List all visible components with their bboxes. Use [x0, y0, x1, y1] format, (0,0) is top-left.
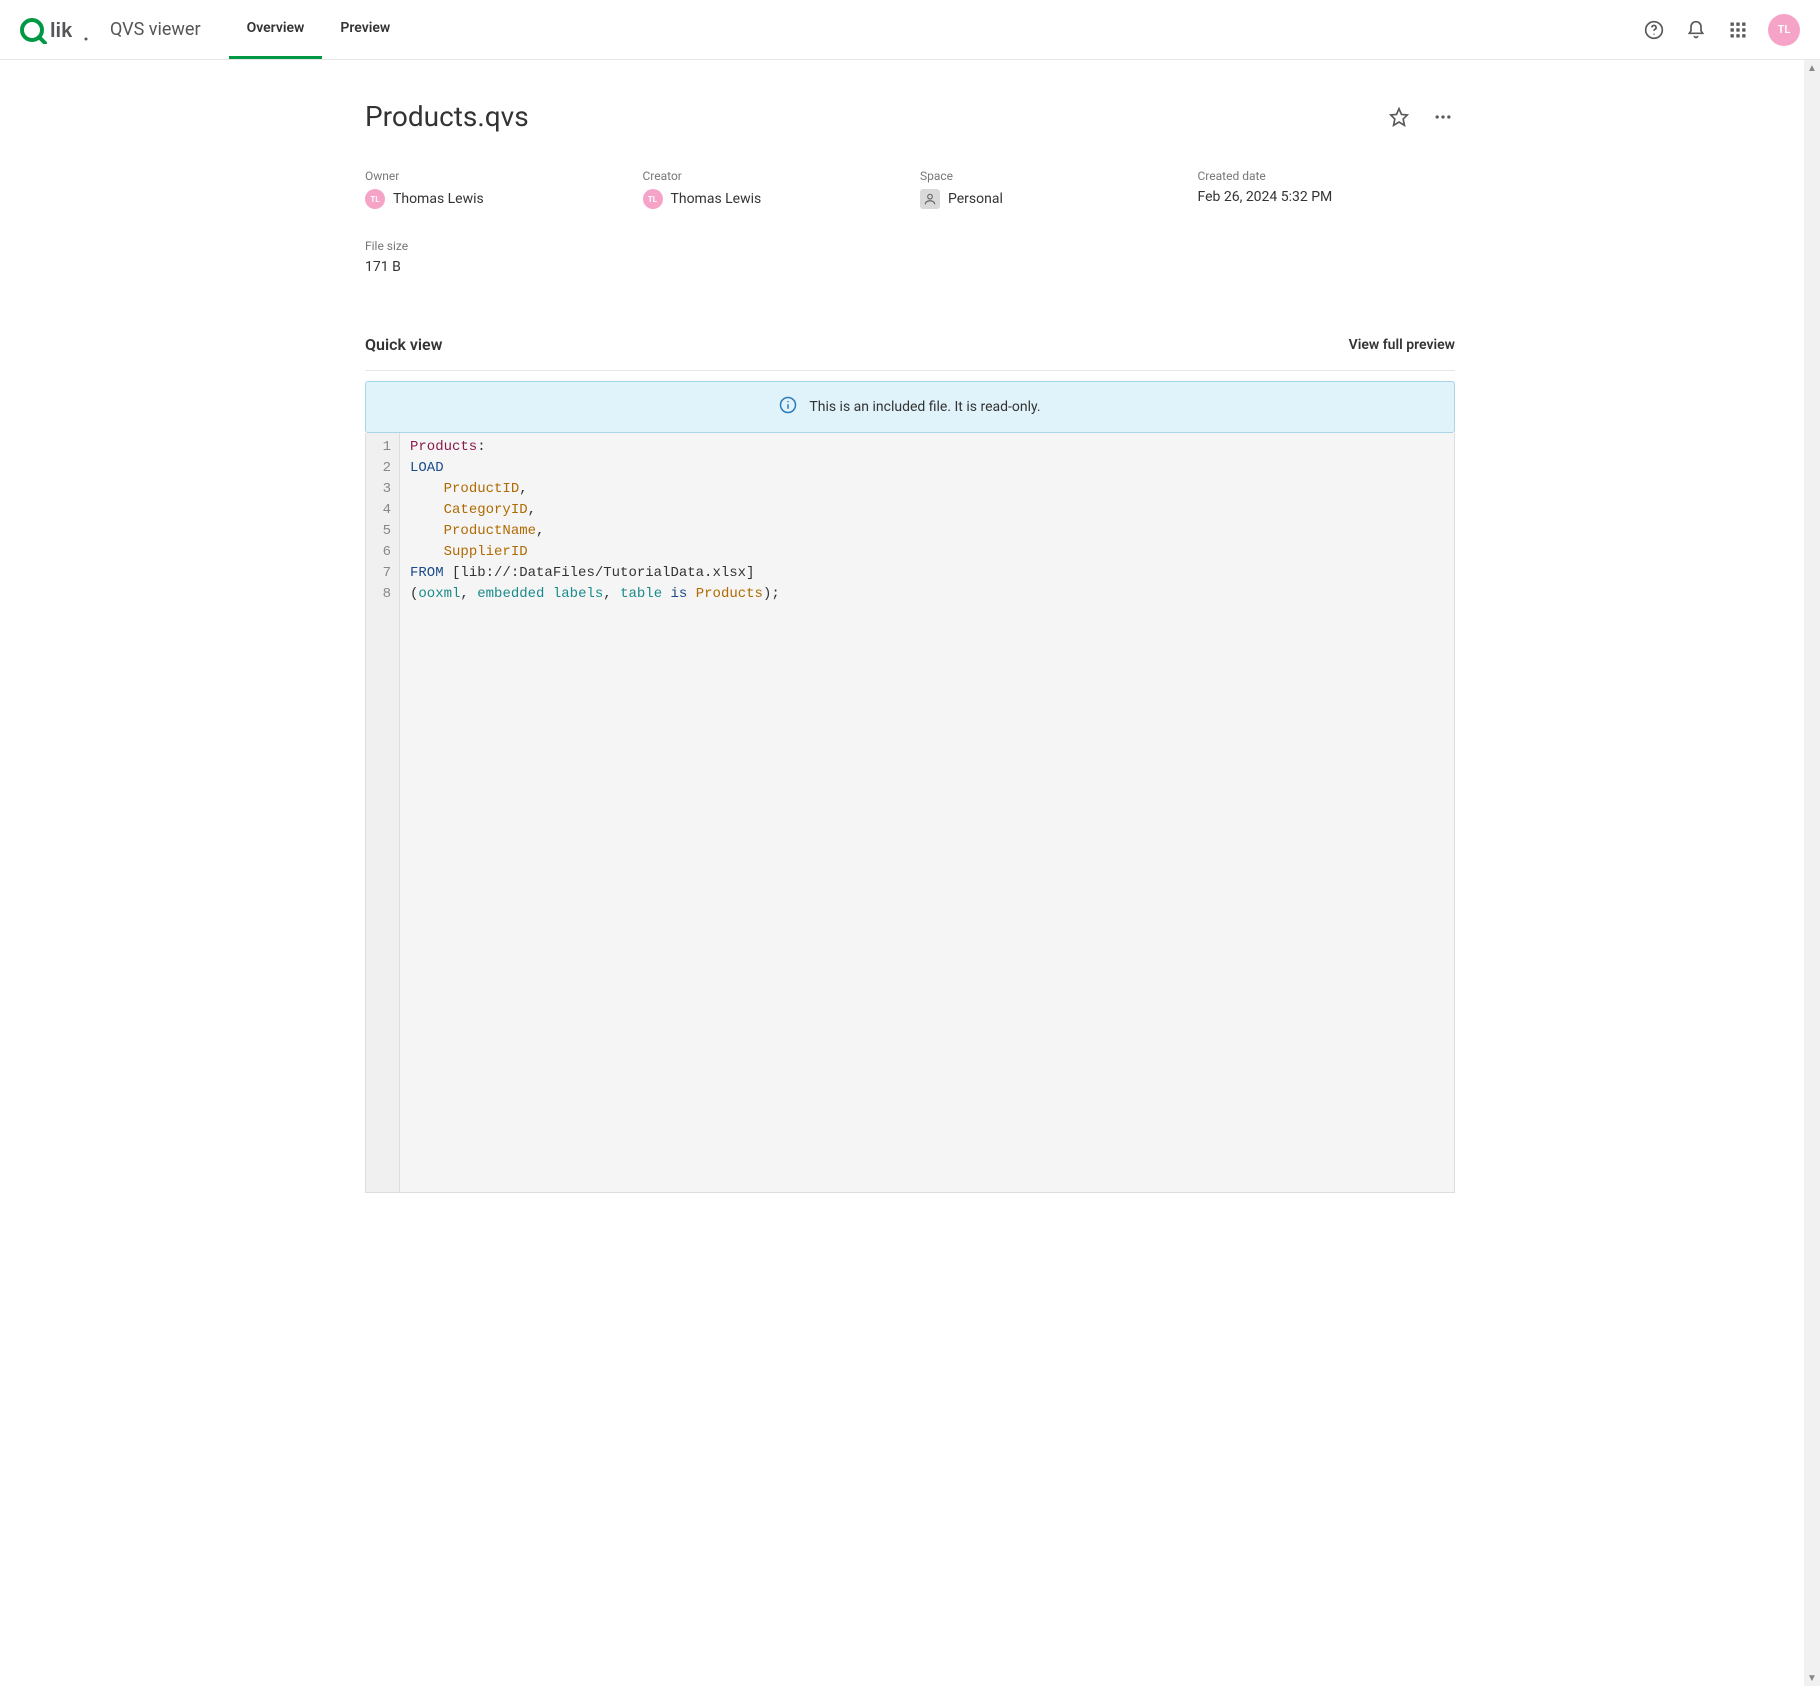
meta-size-label: File size: [365, 239, 623, 253]
scroll-up-arrow[interactable]: ▲: [1804, 60, 1820, 76]
line-number: 5: [378, 521, 391, 542]
line-number: 2: [378, 458, 391, 479]
more-icon[interactable]: [1431, 105, 1455, 129]
owner-avatar: TL: [365, 189, 385, 209]
meta-owner-label: Owner: [365, 169, 623, 183]
line-number: 6: [378, 542, 391, 563]
code-gutter: 12345678: [366, 433, 400, 1192]
star-icon[interactable]: [1387, 105, 1411, 129]
meta-size: File size 171 B: [365, 239, 623, 275]
meta-creator-value: TL Thomas Lewis: [643, 189, 901, 209]
topbar-actions: TL: [1642, 14, 1800, 46]
quickview-header: Quick view View full preview: [365, 335, 1455, 371]
code-line: SupplierID: [410, 542, 1444, 563]
vertical-scrollbar[interactable]: ▲ ▼: [1804, 60, 1820, 1686]
line-number: 1: [378, 437, 391, 458]
info-icon: [779, 396, 797, 418]
creator-name: Thomas Lewis: [671, 191, 762, 207]
bell-icon[interactable]: [1684, 18, 1708, 42]
meta-creator-label: Creator: [643, 169, 901, 183]
quickview-title: Quick view: [365, 335, 442, 354]
code-line: (ooxml, embedded labels, table is Produc…: [410, 584, 1444, 605]
meta-space: Space Personal: [920, 169, 1178, 209]
line-number: 8: [378, 584, 391, 605]
meta-created-value: Feb 26, 2024 5:32 PM: [1198, 189, 1456, 205]
view-full-preview-link[interactable]: View full preview: [1349, 337, 1455, 353]
qlik-logo[interactable]: lik: [20, 16, 90, 44]
app-launcher-icon[interactable]: [1726, 18, 1750, 42]
tab-preview[interactable]: Preview: [322, 0, 408, 59]
title-actions: [1387, 105, 1455, 129]
info-banner: This is an included file. It is read-onl…: [365, 381, 1455, 433]
code-line: ProductID,: [410, 479, 1444, 500]
meta-created-label: Created date: [1198, 169, 1456, 183]
content: Products.qvs Owner TL Thomas Lewis Creat: [335, 60, 1485, 1233]
code-line: ProductName,: [410, 521, 1444, 542]
code-viewer: 12345678 Products:LOAD ProductID, Catego…: [365, 433, 1455, 1193]
meta-grid: Owner TL Thomas Lewis Creator TL Thomas …: [365, 169, 1455, 275]
meta-size-value: 171 B: [365, 259, 623, 275]
info-banner-text: This is an included file. It is read-onl…: [809, 399, 1040, 415]
tabs: OverviewPreview: [229, 0, 409, 59]
meta-space-value: Personal: [920, 189, 1178, 209]
topbar: lik QVS viewer OverviewPreview: [0, 0, 1820, 60]
meta-space-label: Space: [920, 169, 1178, 183]
meta-creator: Creator TL Thomas Lewis: [643, 169, 901, 209]
space-name: Personal: [948, 191, 1003, 207]
line-number: 4: [378, 500, 391, 521]
meta-created: Created date Feb 26, 2024 5:32 PM: [1198, 169, 1456, 209]
meta-owner: Owner TL Thomas Lewis: [365, 169, 623, 209]
app-title: QVS viewer: [110, 19, 201, 40]
help-icon[interactable]: [1642, 18, 1666, 42]
code-body: Products:LOAD ProductID, CategoryID, Pro…: [400, 433, 1454, 1192]
scroll-down-arrow[interactable]: ▼: [1804, 1670, 1820, 1686]
code-line: FROM [lib://:DataFiles/TutorialData.xlsx…: [410, 563, 1444, 584]
tab-overview[interactable]: Overview: [229, 0, 323, 59]
code-line: Products:: [410, 437, 1444, 458]
owner-name: Thomas Lewis: [393, 191, 484, 207]
user-avatar[interactable]: TL: [1768, 14, 1800, 46]
person-icon: [920, 189, 940, 209]
svg-text:lik: lik: [50, 20, 73, 42]
page-title: Products.qvs: [365, 100, 529, 133]
line-number: 7: [378, 563, 391, 584]
code-line: CategoryID,: [410, 500, 1444, 521]
title-row: Products.qvs: [365, 100, 1455, 133]
meta-owner-value: TL Thomas Lewis: [365, 189, 623, 209]
line-number: 3: [378, 479, 391, 500]
code-line: LOAD: [410, 458, 1444, 479]
creator-avatar: TL: [643, 189, 663, 209]
